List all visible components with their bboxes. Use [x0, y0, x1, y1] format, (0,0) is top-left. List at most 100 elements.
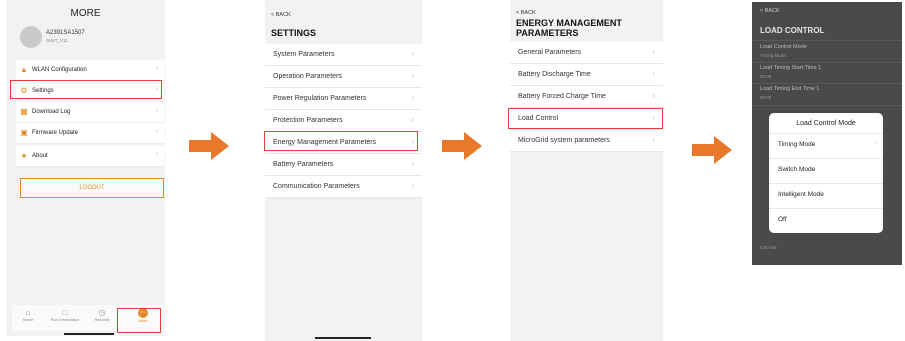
option-off[interactable]: Off — [778, 216, 787, 223]
list-item-power-regulation-parameters[interactable]: Power Regulation Parameters › — [265, 88, 422, 110]
load-control-screen: < BACK LOAD CONTROL Load Control Mode Ti… — [752, 2, 902, 265]
option-intelligent-mode[interactable]: Intelligent Mode — [778, 191, 824, 198]
field-label[interactable]: Load Timing End Time 1 — [760, 86, 819, 92]
chevron-right-icon: › — [411, 71, 414, 80]
arrow-right-icon — [189, 132, 229, 160]
book-icon: ▣ — [20, 128, 28, 137]
divider — [752, 62, 902, 63]
arrow-right-icon — [692, 136, 732, 164]
list-item-battery-forced-charge-time[interactable]: Battery Forced Charge Time › — [510, 86, 663, 108]
back-button[interactable]: < BACK — [760, 8, 780, 14]
menu-item-label: Download Log — [32, 109, 71, 115]
energy-management-screen: < BACK ENERGY MANAGEMENT PARAMETERS Gene… — [510, 0, 663, 341]
more-screen: MORE A2391SA1507 SH5T_V11 ▲ WLAN Configu… — [6, 0, 165, 336]
divider — [752, 83, 902, 84]
divider — [752, 105, 902, 106]
device-id: A2391SA1507 — [46, 30, 85, 36]
list-item-label: Power Regulation Parameters — [273, 95, 367, 102]
menu-item-label: Firmware Update — [32, 130, 79, 136]
list-item-communication-parameters[interactable]: Communication Parameters › — [265, 176, 422, 198]
highlight-settings — [10, 80, 162, 99]
list-item-operation-parameters[interactable]: Operation Parameters › — [265, 66, 422, 88]
menu-item-wlan-configuration[interactable]: ▲ WLAN Configuration › — [16, 60, 164, 81]
home-icon: ⌂ — [25, 308, 31, 317]
menu-group-main: ▲ WLAN Configuration › ⚙ Settings › ▦ Do… — [16, 60, 164, 144]
list-item-label: MicroGrid system parameters — [518, 137, 610, 144]
list-item-battery-parameters[interactable]: Battery Parameters › — [265, 154, 422, 176]
highlight-energy-management-parameters — [264, 131, 418, 151]
arrow-right-icon — [442, 132, 482, 160]
tab-home[interactable]: ⌂ Home — [12, 305, 44, 331]
menu-item-about[interactable]: ● About › — [16, 146, 164, 167]
chevron-right-icon: › — [411, 93, 414, 102]
back-button[interactable]: < BACK — [271, 12, 291, 18]
option-switch-mode[interactable]: Switch Mode — [778, 166, 815, 173]
chevron-right-icon: › — [155, 65, 158, 72]
chevron-right-icon: › — [652, 47, 655, 56]
chevron-right-icon: › — [155, 107, 158, 114]
settings-screen: < BACK SETTINGS System Parameters › Opera… — [265, 0, 422, 341]
list-item-label: General Parameters — [518, 49, 582, 56]
page-title: MORE — [70, 8, 101, 19]
router-icon: ▲ — [20, 65, 28, 74]
field-label[interactable]: Load Timing Start Time 1 — [760, 65, 821, 71]
chevron-right-icon: › — [411, 115, 414, 124]
field-value: 00:00 — [760, 74, 772, 79]
chevron-right-icon: › — [411, 159, 414, 168]
field-value: 00:00 — [760, 95, 772, 100]
option-timing-mode[interactable]: Timing Mode — [778, 141, 815, 148]
load-control-mode-dialog: Load Control Mode Timing Mode › Switch M… — [769, 113, 883, 233]
chevron-right-icon: › — [875, 140, 877, 146]
divider — [769, 183, 883, 184]
chevron-right-icon: › — [652, 91, 655, 100]
menu-item-download-log[interactable]: ▦ Download Log › — [16, 102, 164, 123]
highlight-load-control — [508, 108, 663, 129]
home-indicator — [315, 337, 371, 339]
tab-run-information[interactable]: □ Run Information — [46, 305, 84, 331]
chevron-right-icon: › — [652, 135, 655, 144]
highlight-tab-more — [117, 308, 161, 333]
chevron-right-icon: › — [155, 128, 158, 135]
list-item-label: Battery Parameters — [273, 161, 334, 168]
page-title-line2: PARAMETERS — [516, 28, 579, 38]
info-icon: ● — [21, 151, 27, 160]
list-item-system-parameters[interactable]: System Parameters › — [265, 44, 422, 66]
chevron-right-icon: › — [411, 181, 414, 190]
settings-list: System Parameters › Operation Parameters ›… — [265, 44, 422, 198]
chevron-right-icon: › — [411, 49, 414, 58]
tab-label: Run Information — [50, 317, 80, 322]
field-label[interactable]: Load Control Mode — [760, 44, 807, 50]
list-item-general-parameters[interactable]: General Parameters › — [510, 42, 663, 64]
tab-records[interactable]: ◷ Records — [86, 305, 118, 331]
dialog-title: Load Control Mode — [796, 120, 856, 127]
list-item-label: Communication Parameters — [273, 183, 360, 190]
device-model: SH5T_V11 — [46, 38, 68, 43]
chevron-right-icon: › — [155, 151, 158, 158]
list-item-label: Battery Forced Charge Time — [518, 93, 606, 100]
home-indicator — [64, 333, 114, 335]
page-title: LOAD CONTROL — [760, 26, 825, 35]
list-item-label: Operation Parameters — [273, 73, 342, 80]
menu-item-firmware-update[interactable]: ▣ Firmware Update › — [16, 123, 164, 144]
chevron-right-icon: › — [652, 69, 655, 78]
clock-icon: ◷ — [98, 308, 106, 317]
energy-management-list: General Parameters › Battery Discharge Ti… — [510, 42, 663, 152]
field-value: Timing Mode — [760, 53, 786, 58]
list-item-battery-discharge-time[interactable]: Battery Discharge Time › — [510, 64, 663, 86]
menu-item-label: About — [32, 153, 48, 159]
divider — [752, 40, 902, 41]
divider — [769, 158, 883, 159]
avatar — [20, 26, 42, 48]
list-item-microgrid-system-parameters[interactable]: MicroGrid system parameters › — [510, 130, 663, 152]
menu-group-about: ● About › — [16, 146, 164, 167]
list-item-label: Battery Discharge Time — [518, 71, 591, 78]
divider — [769, 208, 883, 209]
menu-item-label: WLAN Configuration — [32, 67, 87, 73]
page-title: SETTINGS — [271, 28, 317, 38]
list-item-protection-parameters[interactable]: Protection Parameters › — [265, 110, 422, 132]
logout-button[interactable]: LOGOUT — [20, 178, 164, 198]
document-icon: ▦ — [20, 107, 28, 116]
back-button[interactable]: < BACK — [516, 10, 536, 16]
chat-icon: □ — [62, 308, 68, 317]
tab-label: Home — [22, 317, 34, 322]
